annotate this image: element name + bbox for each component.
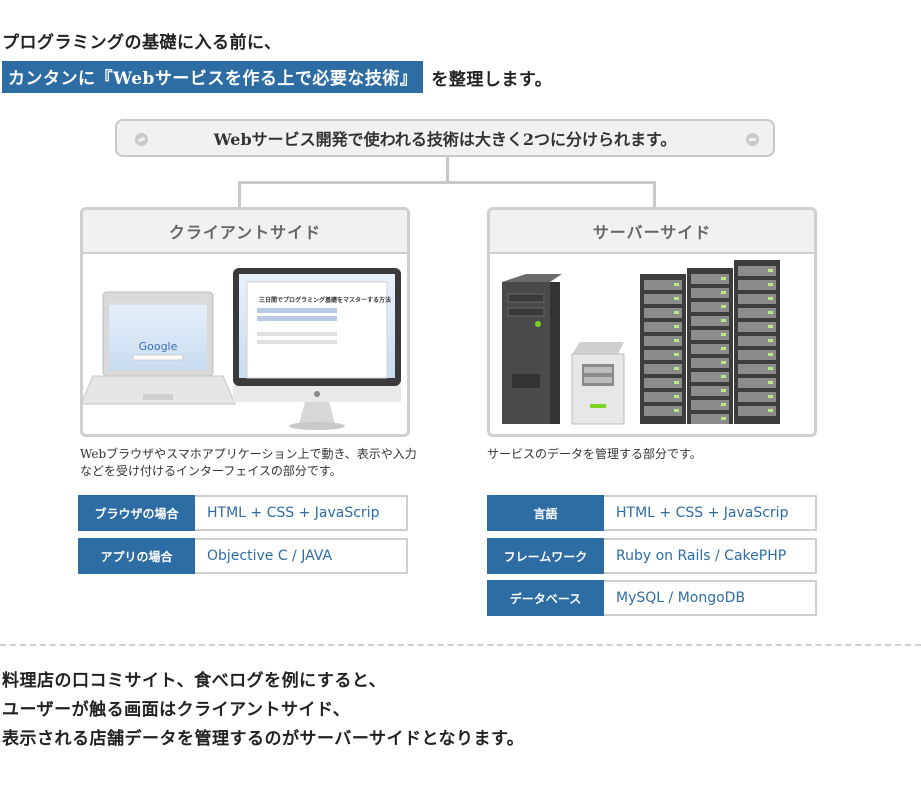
row-value: Objective C / JAVA [195, 538, 408, 574]
connector-right [653, 181, 656, 209]
server-side-title: サーバーサイド [490, 210, 814, 254]
row-key: ブラウザの場合 [78, 495, 195, 531]
outro-line-1: 料理店の口コミサイト、食べログを例にすると、 [2, 671, 387, 691]
intro-line-1: プログラミングの基礎に入る前に、 [2, 33, 282, 53]
row-key: データベース [487, 580, 604, 616]
client-side-panel: クライアントサイド Google 三日間でプログラミング基礎をマスターする方法 [80, 207, 410, 437]
server-side-panel: サーバーサイド [487, 207, 817, 437]
connector-horizontal [238, 181, 656, 184]
server-row-language: 言語 HTML + CSS + JavaScrip [487, 495, 817, 531]
client-side-title: クライアントサイド [83, 210, 407, 254]
server-row-framework: フレームワーク Ruby on Rails / CakePHP [487, 538, 817, 574]
outro-line-3: 表示される店舗データを管理するのがサーバーサイドとなります。 [2, 729, 525, 749]
client-row-app: アプリの場合 Objective C / JAVA [78, 538, 408, 574]
minus-circle-icon [135, 133, 148, 146]
intro-highlight: カンタンに『Webサービスを作る上で必要な技術』 [2, 61, 424, 93]
summary-text: Webサービス開発で使われる技術は大きく2つに分けられます。 [213, 130, 677, 149]
server-tower-icon [502, 274, 562, 424]
summary-box: Webサービス開発で使われる技術は大きく2つに分けられます。 [115, 119, 775, 157]
outro-line-2: ユーザーが触る画面はクライアントサイド、 [2, 700, 351, 720]
server-row-database: データベース MySQL / MongoDB [487, 580, 817, 616]
laptop-icon: Google [83, 291, 236, 405]
intro-line-2-rest: を整理します。 [431, 69, 553, 90]
google-logo: Google [139, 340, 178, 353]
row-value: MySQL / MongoDB [604, 580, 817, 616]
minus-circle-icon [746, 133, 759, 146]
row-value: HTML + CSS + JavaScrip [604, 495, 817, 531]
monitor-heading: 三日間でプログラミング基礎をマスターする方法 [259, 296, 391, 304]
dashed-divider [0, 644, 921, 646]
row-value: Ruby on Rails / CakePHP [604, 538, 817, 574]
intro-line-2: カンタンに『Webサービスを作る上で必要な技術』 を整理します。 [2, 61, 552, 93]
connector-left [238, 181, 241, 209]
outro-text: 料理店の口コミサイト、食べログを例にすると、 ユーザーが触る画面はクライアントサ… [2, 667, 524, 754]
row-key: フレームワーク [487, 538, 604, 574]
client-row-browser: ブラウザの場合 HTML + CSS + JavaScrip [78, 495, 408, 531]
row-value: HTML + CSS + JavaScrip [195, 495, 408, 531]
monitor-icon: 三日間でプログラミング基礎をマスターする方法 [233, 268, 401, 430]
rack-servers-icon [640, 260, 780, 424]
row-key: アプリの場合 [78, 538, 195, 574]
server-box-icon [571, 342, 625, 425]
client-description: Webブラウザやスマホアプリケーション上で動き、表示や入力などを受け付けるインタ… [80, 447, 417, 478]
server-illustration [502, 260, 780, 425]
server-description: サービスのデータを管理する部分です。 [487, 447, 702, 461]
row-key: 言語 [487, 495, 604, 531]
client-devices-illustration: Google 三日間でプログラミング基礎をマスターする方法 [83, 268, 401, 430]
connector-vertical [446, 157, 449, 182]
